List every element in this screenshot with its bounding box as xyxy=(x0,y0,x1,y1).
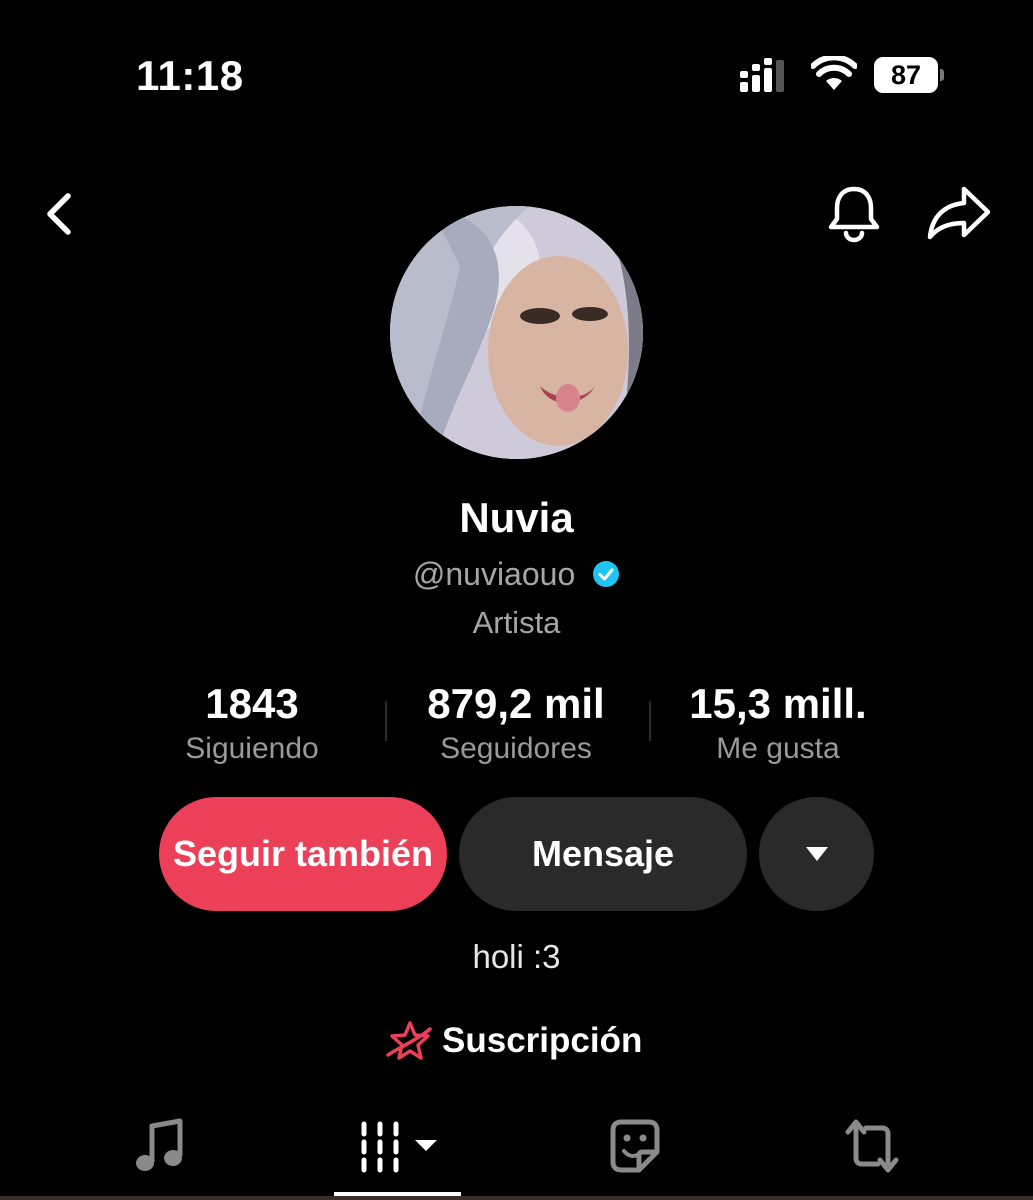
star-icon xyxy=(386,1021,432,1060)
cellular-signal-icon xyxy=(740,58,784,92)
repost-icon[interactable] xyxy=(842,1118,902,1174)
music-note-icon[interactable] xyxy=(134,1118,184,1174)
battery-level: 87 xyxy=(874,57,938,93)
more-options-button[interactable] xyxy=(759,797,874,911)
profile-handle-row: @nuviaouo xyxy=(0,556,1033,593)
stat-value: 15,3 mill. xyxy=(689,680,867,727)
profile-handle: @nuviaouo xyxy=(412,556,576,592)
verified-check-icon xyxy=(593,560,620,587)
profile-category: Artista xyxy=(472,605,561,640)
content-preview-edge xyxy=(0,1196,1033,1200)
status-time: 11:18 xyxy=(136,52,244,99)
bell-icon[interactable] xyxy=(826,183,882,243)
avatar-image xyxy=(390,206,643,459)
chevron-left-icon[interactable] xyxy=(38,190,82,238)
follow-back-button[interactable]: Seguir también xyxy=(159,797,447,911)
share-arrow-icon[interactable] xyxy=(926,185,992,241)
stat-label: Me gusta xyxy=(716,732,840,765)
stat-label: Seguidores xyxy=(440,732,592,765)
subscription-label: Suscripción xyxy=(442,1021,643,1060)
sticker-icon[interactable] xyxy=(609,1118,661,1174)
stat-likes[interactable]: 15,3 mill. Me gusta xyxy=(648,680,908,766)
message-button[interactable]: Mensaje xyxy=(459,797,747,911)
stat-following[interactable]: 1843 Siguiendo xyxy=(122,680,382,766)
battery-indicator: 87 xyxy=(874,57,946,93)
grid-icon[interactable] xyxy=(356,1118,440,1174)
subscription-link[interactable]: Suscripción xyxy=(386,1017,642,1065)
profile-name: Nuvia xyxy=(459,494,574,541)
caret-down-icon xyxy=(805,847,828,861)
stat-followers[interactable]: 879,2 mil Seguidores xyxy=(386,680,646,766)
avatar[interactable] xyxy=(390,206,643,459)
stat-value: 879,2 mil xyxy=(427,680,605,727)
profile-bio: holi :3 xyxy=(472,938,561,975)
stat-label: Siguiendo xyxy=(185,732,319,765)
wifi-icon xyxy=(811,56,857,90)
battery-nub xyxy=(940,69,944,81)
stat-value: 1843 xyxy=(205,680,299,727)
